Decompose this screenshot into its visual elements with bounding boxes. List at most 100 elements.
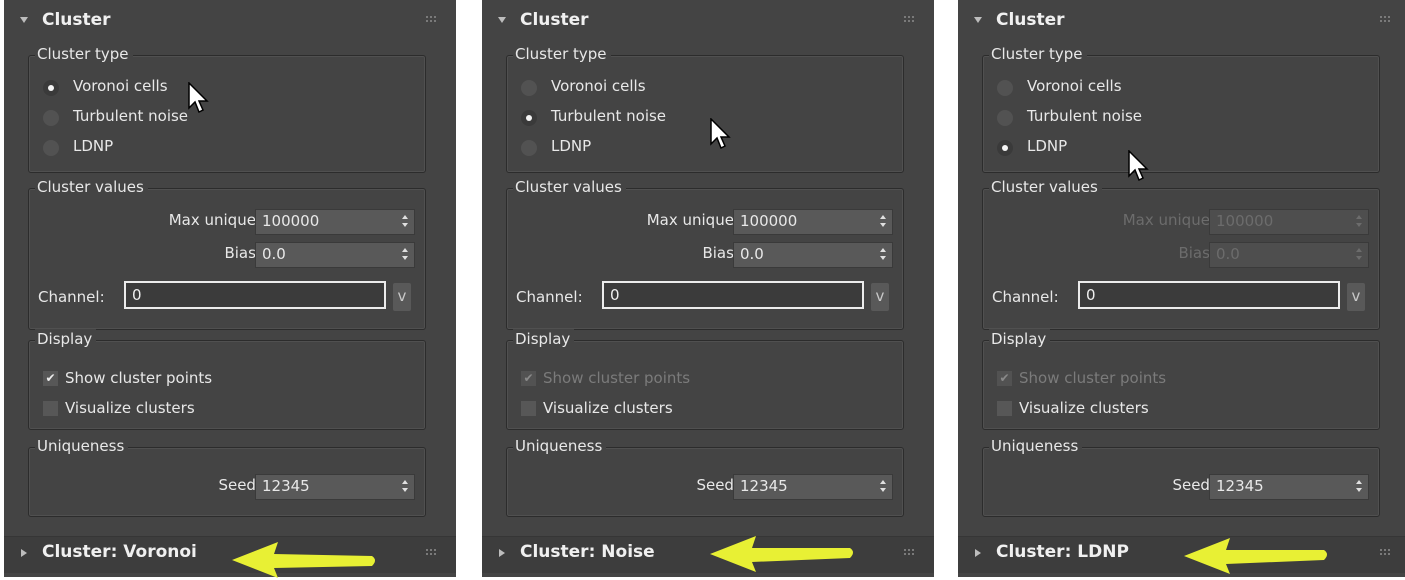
radio-button[interactable] bbox=[521, 110, 537, 126]
mouse-pointer-icon bbox=[1128, 150, 1149, 182]
spinner-arrows-icon[interactable] bbox=[1356, 215, 1362, 229]
uniqueness-group: Uniqueness Seed: 12345 bbox=[506, 436, 904, 517]
channel-input[interactable]: 0 bbox=[124, 281, 386, 309]
channel-input[interactable]: 0 bbox=[602, 281, 864, 309]
group-title: Cluster values bbox=[989, 177, 1102, 197]
spinner-value: 100000 bbox=[1216, 212, 1274, 230]
channel-v-button[interactable]: v bbox=[1347, 283, 1365, 311]
channel-value: 0 bbox=[1086, 286, 1096, 304]
radio-button[interactable] bbox=[43, 110, 59, 126]
drag-grip-icon[interactable] bbox=[426, 549, 436, 557]
expand-triangle-icon bbox=[975, 549, 981, 557]
collapse-triangle-icon bbox=[498, 17, 506, 23]
checkbox[interactable]: ✔ bbox=[43, 371, 58, 386]
channel-v-button[interactable]: v bbox=[871, 283, 889, 311]
radio-turbulent-noise[interactable]: Turbulent noise bbox=[995, 106, 1295, 130]
bias-spinner[interactable]: 0.0 bbox=[255, 242, 415, 268]
radio-label: Voronoi cells bbox=[551, 77, 646, 95]
show-cluster-points-checkbox-row[interactable]: ✔ Show cluster points bbox=[519, 369, 819, 391]
seed-spinner[interactable]: 12345 bbox=[255, 474, 415, 500]
cluster-rollout-header[interactable]: Cluster bbox=[4, 4, 456, 38]
checkbox-label: Visualize clusters bbox=[543, 399, 673, 417]
cluster-rollout-header[interactable]: Cluster bbox=[482, 4, 934, 38]
spinner-value: 0.0 bbox=[740, 245, 764, 263]
channel-input[interactable]: 0 bbox=[1078, 281, 1340, 309]
rollout-title: Cluster bbox=[520, 10, 589, 30]
visualize-clusters-checkbox-row[interactable]: Visualize clusters bbox=[41, 399, 341, 421]
cluster-panel-voronoi: Cluster Cluster type Voronoi cells Turbu… bbox=[4, 0, 456, 577]
channel-label: Channel: bbox=[992, 288, 1059, 306]
spinner-arrows-icon[interactable] bbox=[880, 248, 886, 262]
drag-grip-icon[interactable] bbox=[1380, 16, 1390, 24]
checkbox-label: Visualize clusters bbox=[65, 399, 195, 417]
radio-button[interactable] bbox=[521, 140, 537, 156]
seed-spinner[interactable]: 12345 bbox=[1209, 474, 1369, 500]
max-unique-spinner[interactable]: 100000 bbox=[733, 209, 893, 235]
max-unique-spinner[interactable]: 100000 bbox=[255, 209, 415, 235]
highlight-arrow-icon bbox=[1184, 538, 1327, 574]
collapse-triangle-icon bbox=[974, 17, 982, 23]
radio-turbulent-noise[interactable]: Turbulent noise bbox=[519, 106, 819, 130]
checkbox[interactable]: ✔ bbox=[521, 371, 536, 386]
checkbox[interactable] bbox=[43, 401, 58, 416]
expand-triangle-icon bbox=[21, 549, 27, 557]
radio-voronoi-cells[interactable]: Voronoi cells bbox=[519, 76, 819, 100]
group-title: Display bbox=[989, 329, 1051, 349]
radio-label: Voronoi cells bbox=[73, 77, 168, 95]
bias-spinner[interactable]: 0.0 bbox=[733, 242, 893, 268]
radio-ldnp[interactable]: LDNP bbox=[41, 136, 341, 160]
bias-spinner[interactable]: 0.0 bbox=[1209, 242, 1369, 268]
cluster-panel-noise: Cluster Cluster type Voronoi cells Turbu… bbox=[482, 0, 934, 577]
uniqueness-group: Uniqueness Seed: 12345 bbox=[982, 436, 1380, 517]
visualize-clusters-checkbox-row[interactable]: Visualize clusters bbox=[519, 399, 819, 421]
group-title: Uniqueness bbox=[989, 436, 1083, 456]
radio-button[interactable] bbox=[997, 80, 1013, 96]
drag-grip-icon[interactable] bbox=[1380, 549, 1390, 557]
group-title: Uniqueness bbox=[513, 436, 607, 456]
radio-button[interactable] bbox=[997, 140, 1013, 156]
spinner-arrows-icon[interactable] bbox=[880, 480, 886, 494]
spinner-arrows-icon[interactable] bbox=[402, 248, 408, 262]
expand-triangle-icon bbox=[499, 549, 505, 557]
spinner-value: 12345 bbox=[262, 477, 310, 495]
group-title: Cluster type bbox=[989, 44, 1087, 64]
cluster-rollout-header[interactable]: Cluster bbox=[958, 4, 1405, 38]
radio-button[interactable] bbox=[521, 80, 537, 96]
radio-label: Turbulent noise bbox=[551, 107, 667, 125]
spinner-arrows-icon[interactable] bbox=[1356, 248, 1362, 262]
spinner-arrows-icon[interactable] bbox=[1356, 480, 1362, 494]
checkbox[interactable] bbox=[521, 401, 536, 416]
collapse-triangle-icon bbox=[20, 17, 28, 23]
drag-grip-icon[interactable] bbox=[426, 16, 436, 24]
spinner-value: 100000 bbox=[740, 212, 798, 230]
checkbox[interactable] bbox=[997, 401, 1012, 416]
cluster-type-group: Cluster type Voronoi cells Turbulent noi… bbox=[982, 44, 1380, 173]
max-unique-label: Max unique: bbox=[168, 211, 261, 229]
checkbox-label: Show cluster points bbox=[1019, 369, 1167, 387]
radio-button[interactable] bbox=[43, 80, 59, 96]
checkbox[interactable]: ✔ bbox=[997, 371, 1012, 386]
radio-ldnp[interactable]: LDNP bbox=[519, 136, 819, 160]
seed-spinner[interactable]: 12345 bbox=[733, 474, 893, 500]
radio-button[interactable] bbox=[997, 110, 1013, 126]
radio-button[interactable] bbox=[43, 140, 59, 156]
group-title: Cluster type bbox=[35, 44, 133, 64]
show-cluster-points-checkbox-row[interactable]: ✔ Show cluster points bbox=[995, 369, 1295, 391]
radio-label: Voronoi cells bbox=[1027, 77, 1122, 95]
radio-voronoi-cells[interactable]: Voronoi cells bbox=[995, 76, 1295, 100]
spinner-arrows-icon[interactable] bbox=[880, 215, 886, 229]
channel-value: 0 bbox=[610, 286, 620, 304]
sub-rollout-title: Cluster: LDNP bbox=[996, 542, 1129, 562]
max-unique-spinner[interactable]: 100000 bbox=[1209, 209, 1369, 235]
spinner-value: 0.0 bbox=[1216, 245, 1240, 263]
spinner-arrows-icon[interactable] bbox=[402, 480, 408, 494]
spinner-arrows-icon[interactable] bbox=[402, 215, 408, 229]
group-title: Display bbox=[35, 329, 97, 349]
visualize-clusters-checkbox-row[interactable]: Visualize clusters bbox=[995, 399, 1295, 421]
show-cluster-points-checkbox-row[interactable]: ✔ Show cluster points bbox=[41, 369, 341, 391]
radio-label: LDNP bbox=[1027, 137, 1068, 155]
radio-label: LDNP bbox=[73, 137, 114, 155]
drag-grip-icon[interactable] bbox=[904, 16, 914, 24]
channel-v-button[interactable]: v bbox=[393, 283, 411, 311]
drag-grip-icon[interactable] bbox=[904, 549, 914, 557]
